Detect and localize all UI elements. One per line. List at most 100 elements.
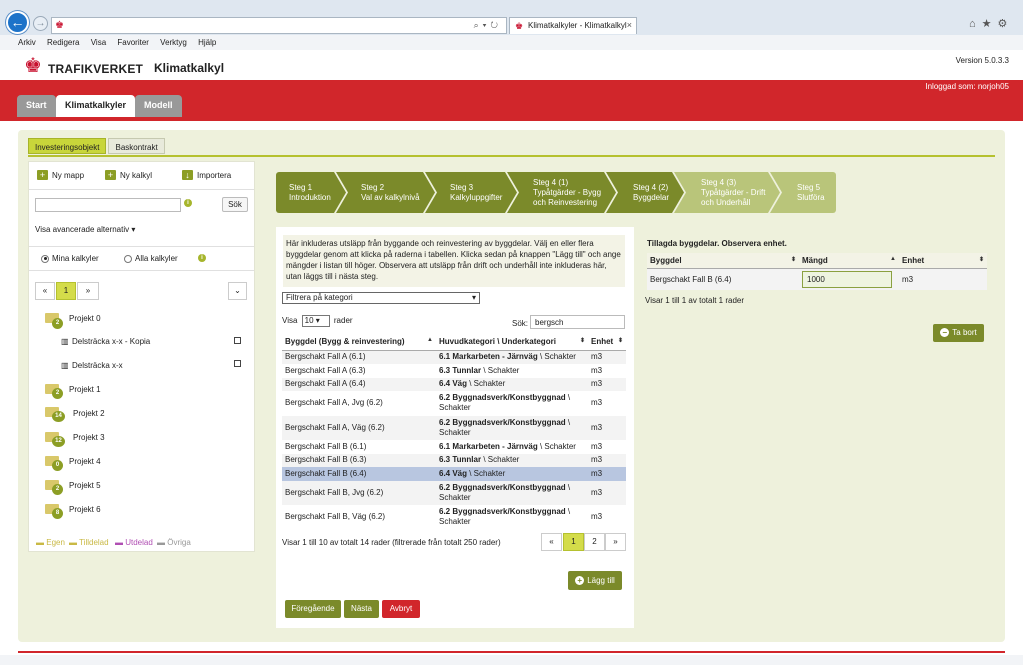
pager-next[interactable]: » xyxy=(77,282,99,300)
tab-modell[interactable]: Modell xyxy=(135,95,182,117)
col-header-kategori[interactable]: Huvudkategori \ Underkategori ⬍ xyxy=(436,333,588,351)
tree-item-projekt-2[interactable]: Projekt 2 xyxy=(73,409,105,418)
added-components-table: Byggdel ⬍ Mängd ▲ Enhet ⬍ Bergschakt Fall B… xyxy=(647,253,987,290)
table-pager-page-1[interactable]: 1 xyxy=(563,533,584,551)
col-header-byggdel[interactable]: Byggdel ⬍ xyxy=(647,253,799,269)
menu-favoriter[interactable]: Favoriter xyxy=(117,38,149,47)
col-header-mangd[interactable]: Mängd ▲ xyxy=(799,253,899,269)
tree-item-delstracka-kopia[interactable]: Delsträcka x-x - Kopia xyxy=(72,337,150,346)
table-row[interactable]: Bergschakt Fall B, Jvg (6.2) 6.2 Byggnad… xyxy=(282,480,626,505)
cell-kategori: 6.2 Byggnadsverk/Konstbyggnad \ Schakter xyxy=(436,415,588,440)
info-icon[interactable]: i xyxy=(184,199,192,207)
col-header-enhet-label: Enhet xyxy=(591,337,614,346)
table-row[interactable]: Bergschakt Fall A, Väg (6.2) 6.2 Byggnad… xyxy=(282,415,626,440)
back-icon[interactable]: ← xyxy=(6,11,29,34)
tab-start[interactable]: Start xyxy=(17,95,56,117)
page-length-select[interactable]: 10 ▾ xyxy=(301,315,330,327)
table-row[interactable]: Bergschakt Fall B (6.1) 6.1 Markarbeten … xyxy=(282,440,626,454)
table-search-input[interactable]: bergsch xyxy=(530,315,625,329)
tree-item-projekt-3[interactable]: Projekt 3 xyxy=(73,433,105,442)
col-header-enhet[interactable]: Enhet ⬍ xyxy=(899,253,987,269)
radio-selected[interactable] xyxy=(41,254,49,263)
pager-page-1[interactable]: 1 xyxy=(56,282,76,300)
remove-button[interactable]: − Ta bort xyxy=(933,324,984,342)
count-badge: 2 xyxy=(52,318,63,329)
star-icon[interactable]: ★ xyxy=(982,18,998,30)
tree-item-projekt-6[interactable]: Projekt 6 xyxy=(69,505,101,514)
table-row[interactable]: Bergschakt Fall B, Väg (6.2) 6.2 Byggnad… xyxy=(282,505,626,530)
info-icon[interactable]: i xyxy=(198,254,206,262)
pager-menu-button[interactable]: ⌄ xyxy=(228,282,247,300)
menu-hjalp[interactable]: Hjälp xyxy=(198,38,216,47)
next-button[interactable]: Nästa xyxy=(344,600,379,618)
menu-redigera[interactable]: Redigera xyxy=(47,38,79,47)
table-row-selected[interactable]: Bergschakt Fall B (6.4) 6.4 Väg \ Schakt… xyxy=(282,466,626,481)
previous-button[interactable]: Föregående xyxy=(285,600,341,618)
tree-item-projekt-5[interactable]: Projekt 5 xyxy=(69,481,101,490)
tree-item-projekt-4[interactable]: Projekt 4 xyxy=(69,457,101,466)
step-4-1[interactable]: Steg 4 (1) Typåtgärder - Bygg och Reinve… xyxy=(507,172,616,213)
menu-verktyg[interactable]: Verktyg xyxy=(160,38,187,47)
tree-item-checkbox[interactable] xyxy=(234,360,241,367)
table-row[interactable]: Bergschakt Fall A (6.4) 6.4 Väg \ Schakt… xyxy=(282,377,626,391)
category-filter-select[interactable]: Filtrera på kategori ▾ xyxy=(282,292,480,304)
col-header-enhet[interactable]: Enhet ⬍ xyxy=(588,333,626,351)
table-row[interactable]: Bergschakt Fall A (6.3) 6.3 Tunnlar \ Sc… xyxy=(282,364,626,378)
radio-mina-kalkyler[interactable]: Mina kalkyler xyxy=(41,254,99,263)
search-button[interactable]: Sök xyxy=(222,197,248,212)
table-row[interactable]: Bergschakt Fall A, Jvg (6.2) 6.2 Byggnad… xyxy=(282,391,626,416)
cell-kategori: 6.1 Markarbeten - Järnväg \ Schakter xyxy=(436,440,588,454)
home-icon[interactable]: ⌂ xyxy=(969,18,982,30)
page-length-control: Visa 10 ▾ rader xyxy=(282,315,353,327)
radio-alla-kalkyler[interactable]: Alla kalkyler xyxy=(124,254,178,263)
step-4-3[interactable]: Steg 4 (3) Typåtgärder - Drift och Under… xyxy=(674,172,780,213)
cancel-button[interactable]: Avbryt xyxy=(382,600,420,618)
step-1[interactable]: Steg 1 Introduktion xyxy=(276,172,346,213)
pager-prev[interactable]: « xyxy=(35,282,55,300)
table-pager-page-2[interactable]: 2 xyxy=(584,533,605,551)
subtab-baskontrakt[interactable]: Baskontrakt xyxy=(108,138,165,154)
tree-item-projekt-0[interactable]: Projekt 0 xyxy=(69,314,101,323)
table-pager-next[interactable]: » xyxy=(605,533,626,551)
toolbar-icons[interactable]: ⌂★⚙ xyxy=(969,17,1013,30)
subtab-investeringsobjekt[interactable]: Investeringsobjekt xyxy=(28,138,107,154)
address-bar-icons[interactable]: ⌕▾↻ xyxy=(474,20,502,31)
folder-icon: ▬ xyxy=(69,538,77,547)
sort-icon: ⬍ xyxy=(617,338,623,344)
quantity-input[interactable]: 1000 xyxy=(802,271,892,288)
advanced-options-toggle[interactable]: Visa avancerade alternativ ▾ xyxy=(35,225,135,234)
tab-klimatkalkyler[interactable]: Klimatkalkyler xyxy=(56,95,136,117)
menu-visa[interactable]: Visa xyxy=(91,38,106,47)
sort-asc-icon: ▲ xyxy=(427,337,433,343)
close-icon[interactable]: × xyxy=(627,20,632,30)
new-calculation-button[interactable]: + Ny kalkyl xyxy=(105,170,152,180)
cell-byggdel: Bergschakt Fall B, Jvg (6.2) xyxy=(282,480,436,505)
tree-item-checkbox[interactable] xyxy=(234,337,241,344)
calculation-search-input[interactable] xyxy=(35,198,181,212)
new-folder-button[interactable]: + Ny mapp xyxy=(37,170,84,180)
address-bar[interactable]: ♚ ⌕▾↻ xyxy=(51,17,507,34)
cell-enhet: m3 xyxy=(588,466,626,481)
import-button[interactable]: ↓ Importera xyxy=(182,170,231,180)
tree-item-delstracka[interactable]: Delsträcka x-x xyxy=(72,361,123,370)
step-3[interactable]: Steg 3 Kalkyluppgifter xyxy=(425,172,517,213)
remove-button-label: Ta bort xyxy=(952,328,977,337)
table-row[interactable]: Bergschakt Fall B (6.4) 1000 m3 xyxy=(647,268,987,290)
table-info: Visar 1 till 10 av totalt 14 rader (filt… xyxy=(282,538,501,547)
count-badge: 2 xyxy=(52,388,63,399)
tree-item-projekt-1[interactable]: Projekt 1 xyxy=(69,385,101,394)
table-row[interactable]: Bergschakt Fall A (6.1) 6.1 Markarbeten … xyxy=(282,350,626,364)
table-header-row: Byggdel (Bygg & reinvestering) ▲ Huvudkat… xyxy=(282,333,626,351)
browser-tab[interactable]: ♚ Klimatkalkyler - Klimatkalkyl × xyxy=(509,17,637,34)
step-2[interactable]: Steg 2 Val av kalkylnivå xyxy=(336,172,435,213)
divider xyxy=(29,246,254,247)
forward-icon[interactable]: → xyxy=(33,16,48,31)
gear-icon[interactable]: ⚙ xyxy=(998,18,1014,30)
status-bar xyxy=(0,655,1023,665)
menu-arkiv[interactable]: Arkiv xyxy=(18,38,36,47)
radio-unselected[interactable] xyxy=(124,254,132,263)
add-button[interactable]: + Lägg till xyxy=(568,571,622,590)
table-pager-prev[interactable]: « xyxy=(541,533,562,551)
table-row[interactable]: Bergschakt Fall B (6.3) 6.3 Tunnlar \ Sc… xyxy=(282,453,626,467)
col-header-byggdel[interactable]: Byggdel (Bygg & reinvestering) ▲ xyxy=(282,333,436,351)
